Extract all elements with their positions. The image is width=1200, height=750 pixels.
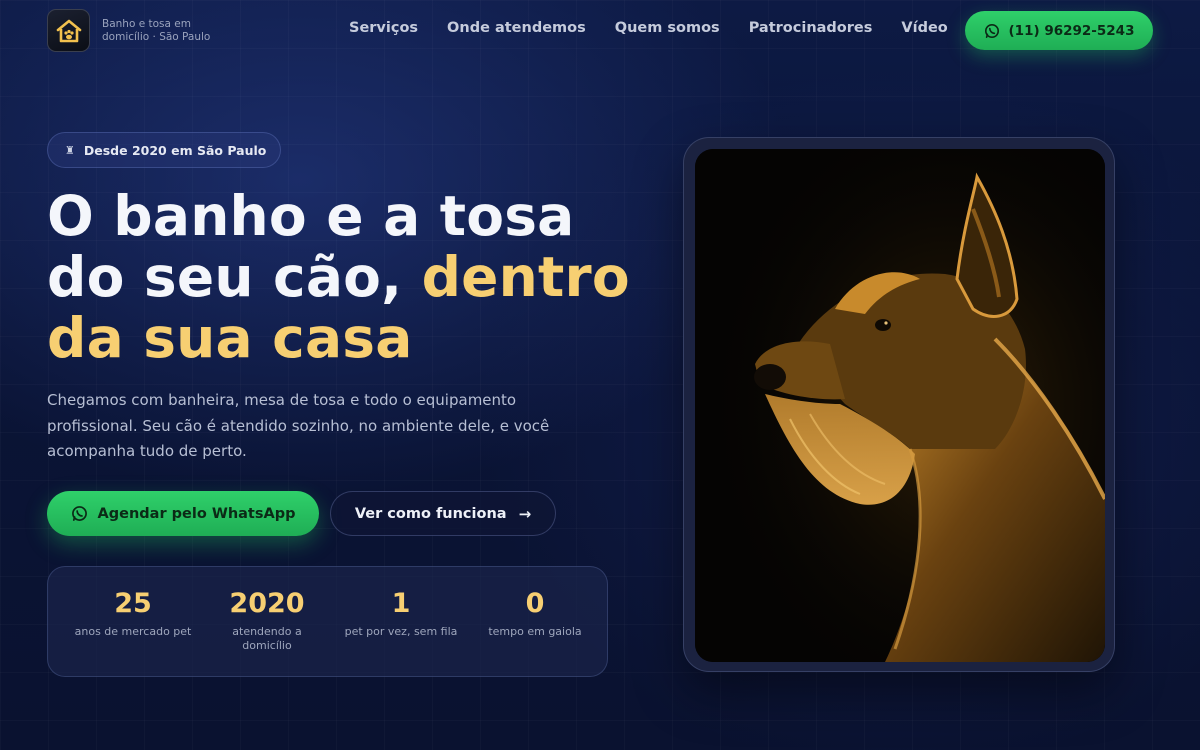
stat-item: 1 pet por vez, sem fila xyxy=(334,587,468,676)
whatsapp-icon xyxy=(984,23,999,38)
stat-item: 2020 atendendo a domicílio xyxy=(200,587,334,676)
hero-subtitle: Chegamos com banheira, mesa de tosa e to… xyxy=(47,391,550,460)
stat-item: 25 anos de mercado pet xyxy=(66,587,200,676)
stat-label: atendendo a domicílio xyxy=(232,625,302,652)
brand-tagline: Banho e tosa em domicílio · São Paulo xyxy=(102,17,211,43)
schedule-whatsapp-button[interactable]: Agendar pelo WhatsApp xyxy=(47,491,319,536)
badge-label: Desde 2020 em São Paulo xyxy=(83,142,267,158)
brand[interactable]: Banho e tosa em domicílio · São Paulo xyxy=(47,9,232,52)
stat-label: tempo em gaiola xyxy=(488,625,582,638)
how-it-works-button[interactable]: Ver como funciona → xyxy=(330,491,556,536)
schnauzer-illustration xyxy=(695,149,1105,662)
nav-link-quem-somos[interactable]: Quem somos xyxy=(615,20,720,36)
stat-label: anos de mercado pet xyxy=(74,625,192,638)
schedule-label: Agendar pelo WhatsApp xyxy=(97,505,296,522)
nav-link-patrocinadores[interactable]: Patrocinadores xyxy=(749,20,873,36)
dog-portrait-image xyxy=(695,149,1105,662)
whatsapp-phone-button[interactable]: (11) 96292-5243 xyxy=(965,11,1153,50)
stat-value: 2020 xyxy=(229,588,305,619)
since-badge: ♜ Desde 2020 em São Paulo xyxy=(47,132,281,168)
stat-value: 25 xyxy=(114,588,152,619)
site-header: Banho e tosa em domicílio · São Paulo Se… xyxy=(0,0,1200,62)
dog-icon: ♜ xyxy=(65,143,75,157)
stat-item: 0 tempo em gaiola xyxy=(468,587,602,676)
nav-link-onde-atendemos[interactable]: Onde atendemos xyxy=(447,20,586,36)
arrow-right-icon: → xyxy=(518,504,532,523)
hero-image-frame xyxy=(683,137,1115,672)
how-it-works-label: Ver como funciona xyxy=(354,505,507,522)
hero-title: O banho e a tosa do seu cão, dentro da s… xyxy=(47,186,647,369)
whatsapp-icon xyxy=(71,506,87,521)
nav-link-video[interactable]: Vídeo xyxy=(901,20,947,36)
logo xyxy=(47,9,90,52)
stat-label: pet por vez, sem fila xyxy=(344,625,458,638)
stat-value: 1 xyxy=(391,588,411,619)
phone-label: (11) 96292-5243 xyxy=(1008,22,1135,39)
house-paw-icon xyxy=(56,19,81,42)
stats-panel: 25 anos de mercado pet 2020 atendendo a … xyxy=(47,566,608,677)
main-nav: Serviços Onde atendemos Quem somos Patro… xyxy=(349,20,977,36)
stat-value: 0 xyxy=(525,588,545,619)
nav-link-servicos[interactable]: Serviços xyxy=(349,20,418,36)
